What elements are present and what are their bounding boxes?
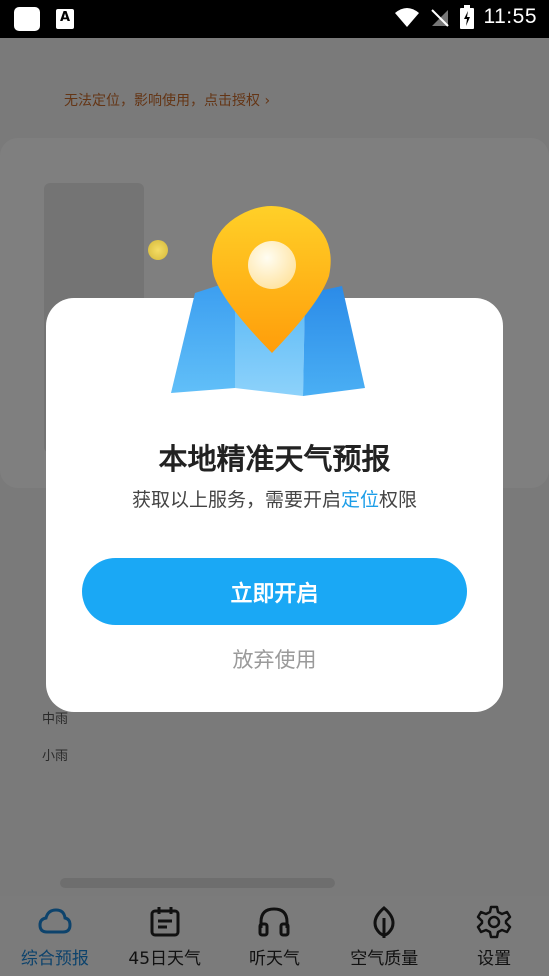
dialog-subtitle: 获取以上服务，需要开启定位权限	[131, 489, 418, 511]
notification-icon	[14, 7, 40, 31]
abandon-button[interactable]: 放弃使用	[46, 644, 503, 674]
location-keyword: 定位	[340, 489, 379, 511]
wifi-icon	[394, 8, 419, 27]
no-signal-icon	[430, 9, 449, 27]
status-bar: A 11:55	[0, 0, 549, 38]
dialog-title: 本地精准天气预报	[158, 442, 391, 476]
battery-charging-icon	[459, 5, 474, 29]
clock: 11:55	[483, 5, 537, 28]
location-map-illustration	[171, 206, 365, 396]
app-notification-icon: A	[56, 9, 74, 29]
enable-location-button[interactable]: 立即开启	[82, 558, 467, 625]
